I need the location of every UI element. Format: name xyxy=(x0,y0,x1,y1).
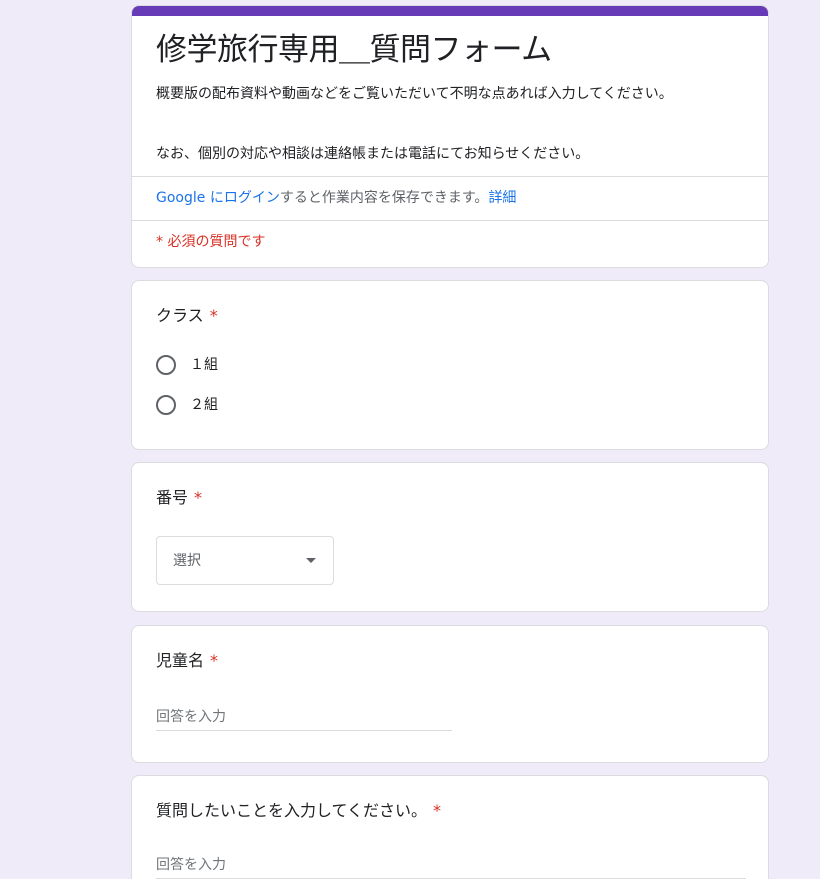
question-title: 質問したいことを入力してください。 * xyxy=(156,800,441,822)
question-title-text: 番号 xyxy=(156,488,189,507)
header-accent-bar xyxy=(132,6,768,16)
select-placeholder: 選択 xyxy=(173,553,201,569)
radio-option-class-2[interactable]: ２組 xyxy=(156,393,218,417)
dropdown-arrow-icon xyxy=(306,558,316,563)
question-answer-input[interactable] xyxy=(156,852,746,879)
divider xyxy=(132,220,768,221)
radio-option-class-1[interactable]: １組 xyxy=(156,353,218,377)
radio-button[interactable] xyxy=(156,395,176,415)
question-card-number: 番号 * 選択 xyxy=(131,462,769,612)
google-login-link[interactable]: Google にログイン xyxy=(156,190,280,206)
form-description-line1: 概要版の配布資料や動画などをご覧いただいて不明な点あれば入力してください。 xyxy=(156,86,673,102)
question-title: 児童名 * xyxy=(156,650,218,672)
required-star: * xyxy=(210,651,219,670)
form-description-line2: なお、個別の対応や相談は連絡帳または電話にてお知らせください。 xyxy=(156,146,590,162)
radio-option-label: ２組 xyxy=(190,397,218,413)
required-star: * xyxy=(209,306,218,325)
login-notice: Google にログインすると作業内容を保存できます。詳細 xyxy=(156,188,516,208)
form-title: 修学旅行専用＿質問フォーム xyxy=(156,32,552,68)
login-notice-text: すると作業内容を保存できます。 xyxy=(279,190,489,206)
radio-button[interactable] xyxy=(156,355,176,375)
form-page: 修学旅行専用＿質問フォーム 概要版の配布資料や動画などをご覧いただいて不明な点あ… xyxy=(0,0,820,879)
number-select-dropdown[interactable]: 選択 xyxy=(156,536,334,585)
divider xyxy=(132,176,768,177)
question-card-class: クラス * １組 ２組 xyxy=(131,280,769,450)
required-star: * xyxy=(194,488,203,507)
required-star: * xyxy=(433,801,442,820)
form-header-card: 修学旅行専用＿質問フォーム 概要版の配布資料や動画などをご覧いただいて不明な点あ… xyxy=(131,5,769,268)
question-title-text: 児童名 xyxy=(156,651,205,670)
question-card-question: 質問したいことを入力してください。 * xyxy=(131,775,769,879)
question-title-text: クラス xyxy=(156,306,204,325)
question-card-child-name: 児童名 * xyxy=(131,625,769,763)
radio-option-label: １組 xyxy=(190,357,218,373)
child-name-input[interactable] xyxy=(156,704,452,731)
required-note: * 必須の質問です xyxy=(156,234,266,250)
question-title-text: 質問したいことを入力してください。 xyxy=(156,801,428,820)
question-title: クラス * xyxy=(156,305,218,327)
question-title: 番号 * xyxy=(156,487,202,509)
details-link[interactable]: 詳細 xyxy=(488,190,516,206)
